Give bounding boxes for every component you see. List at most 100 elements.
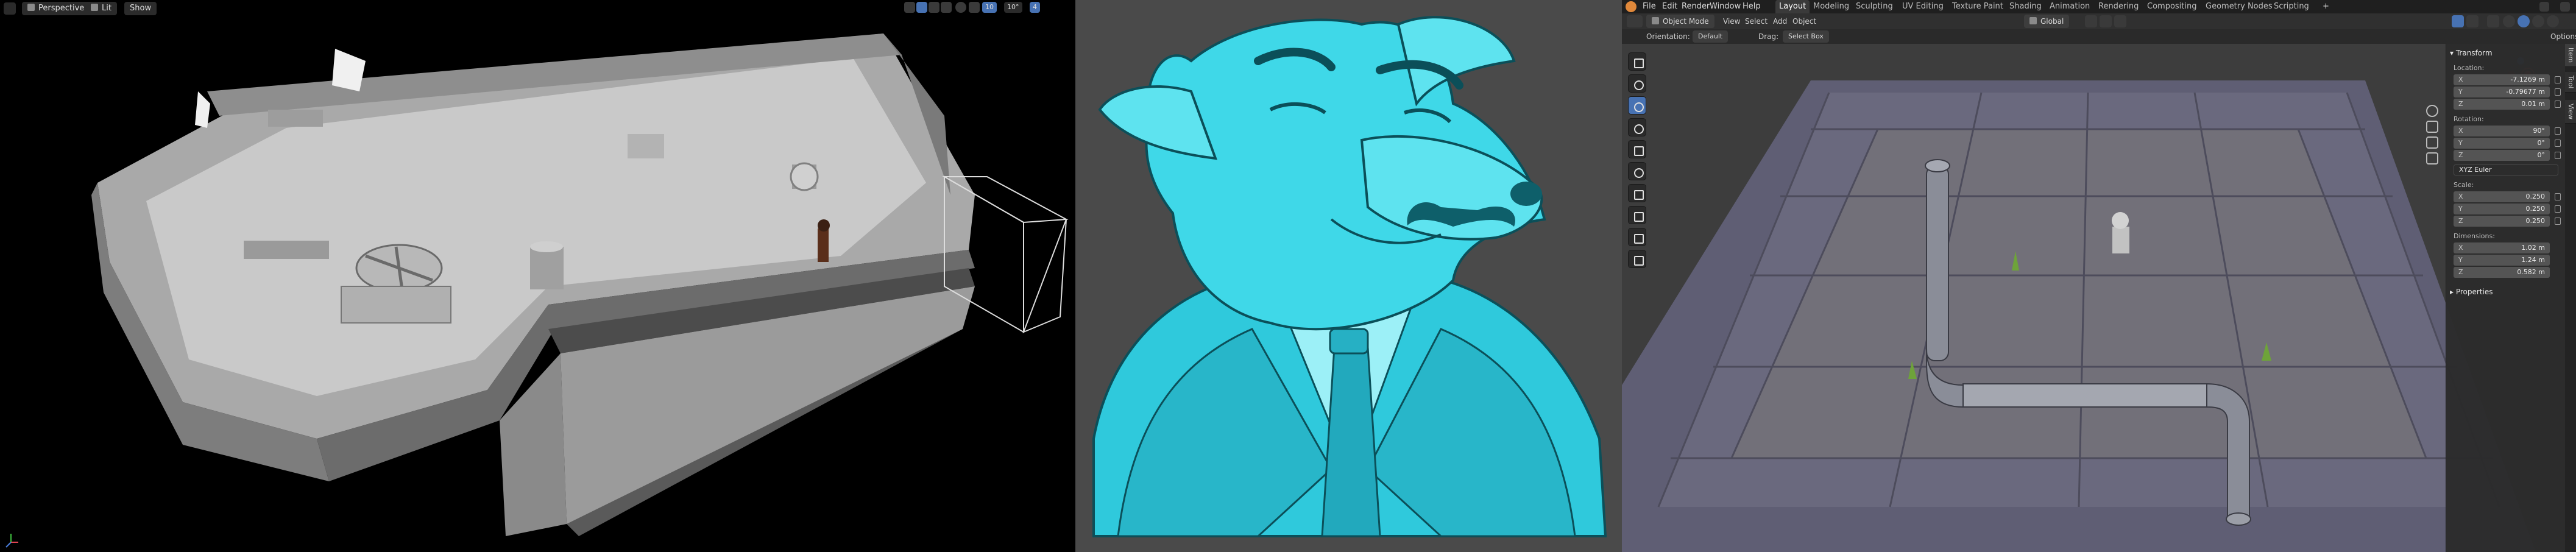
blender-window: File Edit Render Window Help Layout Mode… (1622, 0, 2576, 552)
transform-tool-icon[interactable] (1628, 162, 1646, 180)
menu-render[interactable]: Render (1682, 0, 1710, 13)
menu-help[interactable]: Help (1743, 0, 1761, 13)
tab-animation[interactable]: Animation (2050, 0, 2090, 13)
scale-z-field[interactable]: Z 0.250 (2454, 216, 2550, 227)
lock-scale-y-icon[interactable] (2555, 205, 2561, 213)
orientation-dropdown[interactable]: Default (1693, 30, 1729, 43)
options-menu[interactable]: Options (2550, 30, 2576, 43)
measure-tool-icon[interactable] (1628, 206, 1646, 224)
tab-scripting[interactable]: Scripting (2274, 0, 2309, 13)
editor-type-icon[interactable] (1627, 15, 1643, 27)
lock-rotation-x-icon[interactable] (2555, 127, 2561, 135)
lock-scale-z-icon[interactable] (2555, 218, 2561, 225)
tab-modeling[interactable]: Modeling (1813, 0, 1849, 13)
show-gizmo-icon[interactable] (2452, 15, 2464, 27)
menu-window[interactable]: Window (1710, 0, 1741, 13)
rendered-shading-icon[interactable] (2547, 15, 2559, 27)
dimensions-x-field[interactable]: X 1.02 m (2454, 242, 2550, 253)
material-preview-icon[interactable] (2532, 15, 2544, 27)
lock-rotation-y-icon[interactable] (2555, 140, 2561, 147)
annotate-tool-icon[interactable] (1628, 184, 1646, 202)
solid-shading-icon[interactable] (2518, 15, 2530, 27)
location-x-field[interactable]: X -7.1269 m (2454, 74, 2550, 85)
pan-hand-icon[interactable] (2426, 121, 2438, 133)
rotation-x-field[interactable]: X 90° (2454, 126, 2550, 136)
tab-compositing[interactable]: Compositing (2147, 0, 2197, 13)
drag-dropdown[interactable]: Select Box (1783, 30, 1829, 43)
blender-logo-icon[interactable] (1626, 1, 1637, 12)
menu-file[interactable]: File (1643, 0, 1656, 13)
add-cube-tool-icon[interactable] (1628, 228, 1646, 246)
rotation-snap-button[interactable]: 10° (1004, 2, 1022, 13)
tab-rendering[interactable]: Rendering (2098, 0, 2139, 13)
scale-x-field[interactable]: X 0.250 (2454, 191, 2550, 202)
select-box-tool-icon[interactable] (1628, 52, 1646, 71)
lock-rotation-z-icon[interactable] (2555, 152, 2561, 159)
grid-snap-button[interactable]: 10 (982, 2, 997, 13)
cursor-tool-icon[interactable] (1628, 74, 1646, 93)
tab-texture-paint[interactable]: Texture Paint (1952, 0, 2003, 13)
tab-view[interactable]: View (2565, 100, 2576, 124)
rotate-icon[interactable] (929, 2, 939, 13)
camera-speed-button[interactable]: 4 (1030, 2, 1040, 13)
lock-location-y-icon[interactable] (2555, 88, 2561, 96)
move-tool-icon[interactable] (1628, 96, 1646, 115)
show-overlays-icon[interactable] (2466, 15, 2479, 27)
dimensions-z-field[interactable]: Z 0.582 m (2454, 267, 2550, 278)
menu-select[interactable]: Select (1745, 15, 1767, 28)
tab-layout[interactable]: Layout (1775, 0, 1810, 13)
tab-sculpting[interactable]: Sculpting (1856, 0, 1893, 13)
dimensions-y-field[interactable]: Y 1.24 m (2454, 255, 2550, 266)
rotation-mode-dropdown[interactable]: XYZ Euler (2454, 165, 2558, 175)
tab-shading[interactable]: Shading (2009, 0, 2042, 13)
pivot-point-icon[interactable] (2085, 15, 2097, 27)
unreal-viewport[interactable]: Perspective Lit Show 10 10° 4 (0, 0, 1075, 552)
scale-tool-icon[interactable] (1628, 140, 1646, 158)
properties-header[interactable]: ▸ Properties (2450, 286, 2493, 297)
show-button[interactable]: Show (124, 2, 157, 15)
menu-object[interactable]: Object (1792, 15, 1816, 28)
perspective-button[interactable]: Perspective (22, 2, 90, 15)
tab-item[interactable]: Item (2565, 44, 2576, 68)
location-y-field[interactable]: Y -0.79677 m (2454, 87, 2550, 97)
zoom-icon[interactable] (2426, 105, 2438, 117)
transform-orientation-dropdown[interactable]: Global (2024, 15, 2070, 28)
global-axis-icon (2029, 17, 2037, 24)
edit-tool-icon[interactable] (1628, 250, 1646, 268)
object-mode-dropdown[interactable]: Object Mode (1646, 15, 1714, 28)
add-workspace-icon[interactable]: + (2323, 0, 2329, 13)
viewport-options-button[interactable] (4, 2, 16, 15)
view-layer-icon[interactable] (2560, 2, 2570, 12)
snap-icon[interactable] (2100, 15, 2112, 27)
xray-icon[interactable] (2487, 15, 2499, 27)
level-geometry (5, 34, 1069, 548)
camera-view-icon[interactable] (2426, 136, 2438, 149)
translate-icon[interactable] (916, 2, 927, 13)
rotation-z-field[interactable]: Z 0° (2454, 150, 2550, 161)
rotation-y-field[interactable]: Y 0° (2454, 138, 2550, 149)
transform-header[interactable]: ▾ Transform (2450, 48, 2493, 58)
lock-scale-x-icon[interactable] (2555, 193, 2561, 200)
3d-viewport[interactable] (1622, 44, 2576, 552)
scale-y-field[interactable]: Y 0.250 (2454, 203, 2550, 214)
lit-button[interactable]: Lit (85, 2, 117, 15)
location-z-field[interactable]: Z 0.01 m (2454, 99, 2550, 110)
select-mode-icon[interactable] (904, 2, 915, 13)
lock-location-x-icon[interactable] (2555, 76, 2561, 83)
world-space-icon[interactable] (955, 2, 966, 13)
rotate-tool-icon[interactable] (1628, 118, 1646, 136)
menu-view[interactable]: View (1723, 15, 1740, 28)
lock-location-z-icon[interactable] (2555, 101, 2561, 108)
menu-add[interactable]: Add (1773, 15, 1787, 28)
scale-icon[interactable] (941, 2, 952, 13)
tab-uv-editing[interactable]: UV Editing (1902, 0, 1944, 13)
proportional-edit-icon[interactable] (2114, 15, 2126, 27)
scene-icon[interactable] (2539, 2, 2549, 12)
tab-tool[interactable]: Tool (2565, 72, 2576, 93)
perspective-toggle-icon[interactable] (2426, 152, 2438, 165)
orientation-label: Orientation: (1646, 32, 1690, 41)
wireframe-shading-icon[interactable] (2503, 15, 2515, 27)
tab-geometry-nodes[interactable]: Geometry Nodes (2206, 0, 2273, 13)
surface-snap-icon[interactable] (969, 2, 980, 13)
menu-edit[interactable]: Edit (1662, 0, 1677, 13)
